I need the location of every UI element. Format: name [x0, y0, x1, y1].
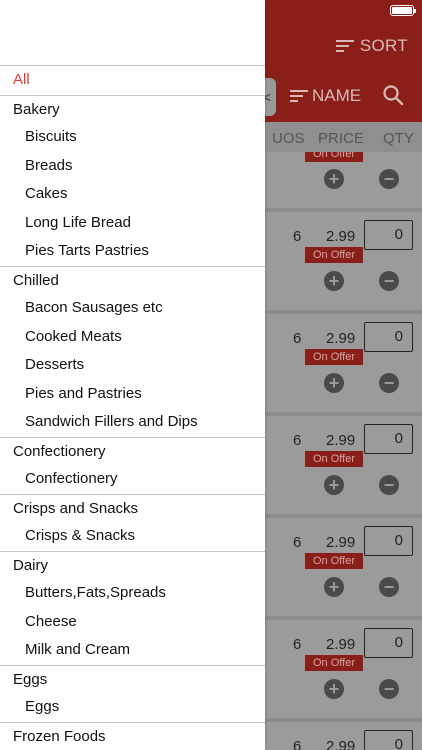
plus-icon[interactable]: +: [324, 475, 344, 495]
category-item[interactable]: Bakery: [0, 94, 265, 124]
minus-icon[interactable]: −: [379, 577, 399, 597]
subcategory-item[interactable]: Cakes: [0, 180, 265, 209]
filter-icon: [290, 89, 308, 103]
subcategory-item[interactable]: Biscuits: [0, 123, 265, 152]
qty-input[interactable]: 0: [364, 526, 413, 556]
qty-input[interactable]: 0: [364, 220, 413, 250]
category-item[interactable]: Crisps and Snacks: [0, 493, 265, 523]
sort-icon: [335, 39, 354, 53]
drawer-header: [0, 0, 265, 66]
category-list: All Bakery Biscuits Breads Cakes Long Life Br…: [0, 66, 265, 750]
product-row: 6 2.99 0 On Offer + −: [265, 310, 422, 406]
category-item[interactable]: Confectionery: [0, 436, 265, 466]
product-row: 6 2.99 0 On Offer + −: [265, 616, 422, 712]
category-item[interactable]: Eggs: [0, 664, 265, 694]
category-item-all[interactable]: All: [0, 66, 265, 95]
on-offer-badge: On Offer: [305, 349, 363, 365]
subcategory-item[interactable]: Breads: [0, 152, 265, 181]
minus-icon[interactable]: −: [379, 373, 399, 393]
minus-icon[interactable]: −: [379, 475, 399, 495]
uos-value: 6: [293, 738, 302, 750]
price-value: 2.99: [326, 636, 356, 653]
product-row: 6 2.99 0 On Offer + −: [265, 514, 422, 610]
uos-value: 6: [293, 636, 302, 653]
price-column-header: PRICE: [318, 130, 364, 147]
search-icon[interactable]: [382, 84, 404, 111]
uos-column-header: UOS: [272, 130, 305, 147]
on-offer-badge: On Offer: [305, 247, 363, 263]
name-label: NAME: [312, 86, 362, 105]
plus-icon[interactable]: +: [324, 679, 344, 699]
category-item[interactable]: Chilled: [0, 265, 265, 295]
price-value: 2.99: [326, 330, 356, 347]
product-row: 6 2.99 0: [265, 718, 422, 750]
subcategory-item[interactable]: Milk and Cream: [0, 636, 265, 665]
sort-button[interactable]: SORT: [335, 36, 408, 56]
qty-column-header: QTY: [383, 130, 414, 147]
subcategory-item[interactable]: Butters,Fats,Spreads: [0, 579, 265, 608]
subcategory-item[interactable]: Bacon Sausages etc: [0, 294, 265, 323]
category-item[interactable]: Dairy: [0, 550, 265, 580]
subcategory-item[interactable]: Cooked Meats: [0, 323, 265, 352]
on-offer-badge: On Offer: [305, 451, 363, 467]
subcategory-item[interactable]: Long Life Bread: [0, 209, 265, 238]
uos-value: 6: [293, 534, 302, 551]
subcategory-item[interactable]: Pies Tarts Pastries: [0, 237, 265, 266]
product-row: On Offer + −: [265, 152, 422, 208]
price-value: 2.99: [326, 432, 356, 449]
uos-value: 6: [293, 432, 302, 449]
on-offer-badge: On Offer: [305, 152, 363, 162]
minus-icon[interactable]: −: [379, 271, 399, 291]
plus-icon[interactable]: +: [324, 169, 344, 189]
minus-icon[interactable]: −: [379, 169, 399, 189]
subcategory-item[interactable]: Pies and Pastries: [0, 380, 265, 409]
price-value: 2.99: [326, 738, 356, 750]
qty-input[interactable]: 0: [364, 424, 413, 454]
subcategory-item[interactable]: Desserts: [0, 351, 265, 380]
plus-icon[interactable]: +: [324, 271, 344, 291]
category-item[interactable]: Frozen Foods: [0, 721, 265, 750]
plus-icon[interactable]: +: [324, 577, 344, 597]
uos-value: 6: [293, 228, 302, 245]
on-offer-badge: On Offer: [305, 553, 363, 569]
subcategory-item[interactable]: Sandwich Fillers and Dips: [0, 408, 265, 437]
qty-input[interactable]: 0: [364, 730, 413, 750]
sort-label: SORT: [359, 36, 408, 55]
subcategory-item[interactable]: Cheese: [0, 608, 265, 637]
price-value: 2.99: [326, 534, 356, 551]
minus-icon[interactable]: −: [379, 679, 399, 699]
subcategory-item[interactable]: Crisps & Snacks: [0, 522, 265, 551]
name-filter-button[interactable]: NAME: [290, 86, 361, 106]
subcategory-item[interactable]: Confectionery: [0, 465, 265, 494]
category-drawer: All Bakery Biscuits Breads Cakes Long Life Br…: [0, 0, 265, 750]
column-header: UOS PRICE QTY: [265, 122, 422, 152]
qty-input[interactable]: 0: [364, 322, 413, 352]
subcategory-item[interactable]: Eggs: [0, 693, 265, 722]
on-offer-badge: On Offer: [305, 655, 363, 671]
qty-input[interactable]: 0: [364, 628, 413, 658]
price-value: 2.99: [326, 228, 356, 245]
plus-icon[interactable]: +: [324, 373, 344, 393]
battery-icon: [390, 5, 416, 16]
product-row: 6 2.99 0 On Offer + −: [265, 412, 422, 508]
product-row: 6 2.99 0 On Offer + −: [265, 208, 422, 304]
uos-value: 6: [293, 330, 302, 347]
